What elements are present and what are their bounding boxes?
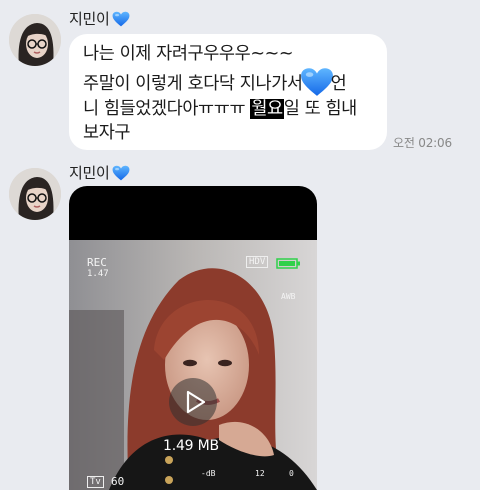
message-line: 주말이 이렇게 호다닥 지나가서 언: [83, 67, 383, 97]
sender-name: 지민이: [69, 162, 130, 183]
highlighted-text: 월요: [250, 98, 284, 119]
sender-name: 지민이: [69, 8, 130, 29]
sender-name-text: 지민이: [69, 10, 110, 28]
db-value: 12: [255, 469, 265, 478]
message-bubble[interactable]: 나는 이제 자려구우우우~~~ 주말이 이렇게 호다닥 지나가서 언 니 힘들었겠…: [69, 34, 387, 150]
avatar[interactable]: [9, 14, 61, 66]
play-button[interactable]: [169, 378, 217, 426]
battery-icon: [276, 258, 300, 269]
video-message[interactable]: REC 1.47 HDV AWB Tv 60 -dB 12 0 1.49 MB: [69, 186, 317, 490]
blue-heart-icon: [112, 11, 130, 27]
play-icon: [186, 390, 206, 414]
sender-name-text: 지민이: [69, 164, 110, 182]
hdv-badge: HDV: [246, 256, 269, 268]
avatar[interactable]: [9, 168, 61, 220]
blue-heart-icon: [112, 165, 130, 181]
message-line: 보자구: [83, 123, 131, 143]
message-segment: 언: [330, 73, 347, 94]
message-segment: 니 힘들었겠다아ㅠㅠㅠ: [83, 98, 251, 119]
tv-label: Tv: [87, 476, 104, 488]
avatar-image: [9, 168, 61, 220]
message-text: 나는 이제 자려구우우우~~~ 주말이 이렇게 호다닥 지나가서 언 니 힘들었겠…: [83, 42, 383, 146]
message-segment: 주말이 이렇게 호다닥 지나가서: [83, 73, 303, 94]
avatar-image: [9, 14, 61, 66]
db-label: -dB: [201, 469, 216, 478]
message-line: 니 힘들었겠다아ㅠㅠㅠ 월요일 또 힘내: [83, 97, 383, 122]
tv-value: 60: [111, 475, 125, 488]
message-segment: 일 또 힘내: [283, 98, 358, 119]
blue-heart-icon: [300, 67, 334, 97]
rec-label: REC: [87, 256, 107, 269]
message-timestamp: 오전 02:06: [393, 136, 452, 150]
message-line: 나는 이제 자려구우우우~~~: [83, 44, 294, 64]
rec-time: 1.47: [87, 269, 109, 279]
awb-label: AWB: [281, 292, 296, 301]
zero-label: 0: [289, 469, 294, 478]
file-size: 1.49 MB: [163, 438, 219, 454]
